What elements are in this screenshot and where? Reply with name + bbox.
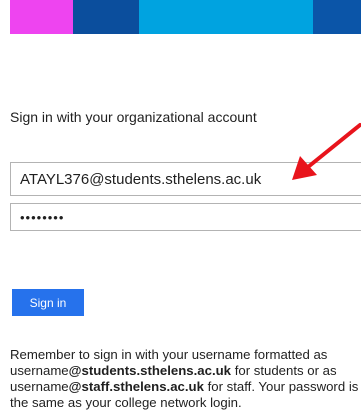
- red-arrow-icon: [292, 123, 361, 180]
- color-bar-segment: [313, 0, 361, 34]
- brand-color-bar: [10, 0, 361, 34]
- staff-domain: @staff.sthelens.ac.uk: [68, 379, 204, 394]
- color-bar-segment: [73, 0, 139, 34]
- color-bar-segment: [139, 0, 313, 34]
- sign-in-button[interactable]: Sign in: [12, 289, 84, 316]
- password-input[interactable]: [10, 203, 361, 231]
- color-bar-segment: [10, 0, 73, 34]
- sign-in-help-text: Remember to sign in with your username f…: [10, 347, 361, 411]
- student-domain: @students.sthelens.ac.uk: [68, 363, 232, 378]
- page-heading: Sign in with your organizational account: [10, 109, 257, 125]
